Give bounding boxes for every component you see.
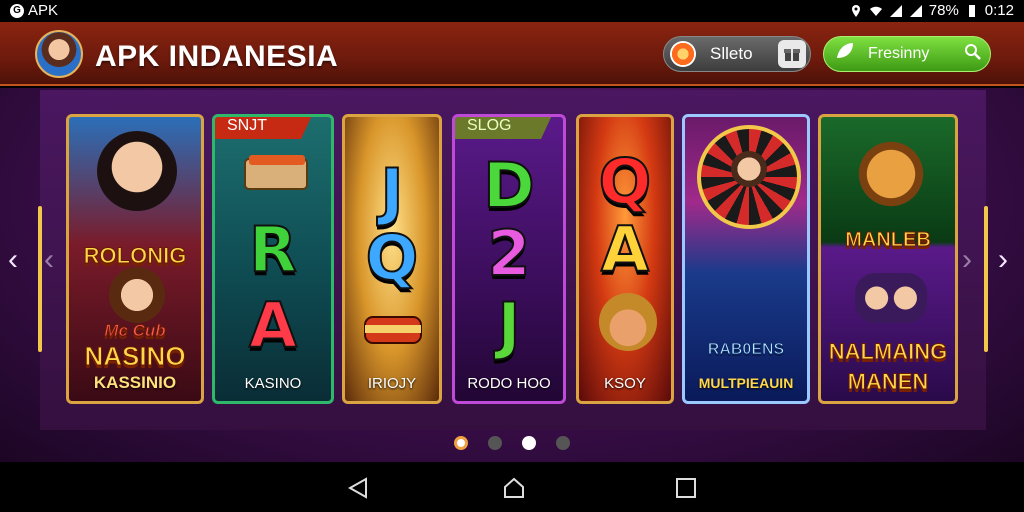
system-nav-bar <box>0 462 1024 512</box>
battery-percent: 78% <box>928 2 959 19</box>
card-2-letter-1: R <box>248 212 298 287</box>
card-2-ribbon: SNJT <box>215 117 313 139</box>
search-icon[interactable] <box>964 43 984 66</box>
leaf-icon <box>834 40 858 68</box>
card-7-bottom-title-1: NALMAING <box>828 339 948 365</box>
prev-arrow-ghost-icon: ‹ <box>44 243 54 276</box>
slots-button-label: Slleto <box>710 44 753 63</box>
card-1-caption: KASSINIO <box>93 373 177 392</box>
back-icon[interactable] <box>346 476 370 500</box>
game-card-7[interactable]: MANLEB NALMAING MANEN <box>818 114 958 404</box>
signal-icon-2 <box>909 4 922 17</box>
app-icon: G <box>10 3 24 18</box>
card-4-letter-1: D <box>482 148 535 223</box>
carousel-pagination <box>0 436 1024 450</box>
signal-icon <box>889 4 902 17</box>
card-4-letter-3: J <box>496 288 521 363</box>
card-2-letter-2: A <box>248 288 298 363</box>
orange-coin-icon <box>670 41 696 67</box>
location-icon <box>851 4 860 17</box>
page-dot-3[interactable] <box>522 436 536 450</box>
group-portrait <box>855 273 927 323</box>
card-1-title-main: NASINO <box>84 341 186 372</box>
status-app-label: APK <box>28 2 59 19</box>
card-6-badge: RAB0ENS <box>707 341 785 359</box>
brand-title: APK INDANESIA <box>95 40 339 73</box>
card-7-bottom-title-2: MANEN <box>847 369 929 395</box>
search-button[interactable]: Fresinny <box>823 36 991 72</box>
game-carousel: ‹ ‹ › › ROLONIG Mc Cub NASINO KASSINIO S… <box>0 88 1024 462</box>
status-right: 78% 0:12 <box>849 2 1014 19</box>
next-arrow-icon[interactable]: › <box>998 243 1008 277</box>
player-portrait <box>731 151 767 187</box>
card-6-caption: MULTPIEAUIN <box>698 375 794 391</box>
cash-stack-icon <box>244 155 308 190</box>
game-card-3[interactable]: J Q IRIOJY <box>342 114 442 404</box>
search-button-label: Fresinny <box>868 45 930 62</box>
card-1-title-mid: Mc Cub <box>104 321 166 341</box>
recents-icon[interactable] <box>674 476 698 500</box>
card-4-caption: RODO HOO <box>467 375 551 392</box>
slots-button[interactable]: Slleto <box>663 36 811 72</box>
game-card-6[interactable]: RAB0ENS MULTPIEAUIN <box>682 114 810 404</box>
app-header: APK INDANESIA Slleto Fresinny <box>0 22 1024 86</box>
game-card-2[interactable]: SNJT R A KASINO <box>212 114 334 404</box>
prev-arrow-icon[interactable]: ‹ <box>8 243 18 277</box>
card-2-caption: KASINO <box>244 375 302 392</box>
carousel-right-bar <box>984 206 988 352</box>
clock: 0:12 <box>984 2 1014 19</box>
game-card-1[interactable]: ROLONIG Mc Cub NASINO KASSINIO <box>66 114 204 404</box>
dynamite-icon <box>364 316 422 344</box>
card-5-caption: KSOY <box>604 375 646 392</box>
gift-icon[interactable] <box>778 40 806 68</box>
game-card-5[interactable]: Q A KSOY <box>576 114 674 404</box>
character-portrait-2 <box>109 267 165 323</box>
game-card-4[interactable]: SLOG D 2 J RODO HOO <box>452 114 566 404</box>
card-3-letter-2: Q <box>365 220 420 295</box>
explorer-portrait <box>599 293 657 351</box>
page-dot-1[interactable] <box>454 436 468 450</box>
card-1-title-top: ROLONIG <box>83 243 187 269</box>
carousel-left-bar <box>38 206 42 352</box>
avatar[interactable] <box>35 30 83 78</box>
character-portrait <box>97 131 177 211</box>
wifi-icon <box>869 6 882 16</box>
next-arrow-ghost-icon: › <box>962 243 972 276</box>
page-dot-4[interactable] <box>556 436 570 450</box>
battery-icon <box>968 4 975 17</box>
card-7-top-title: MANLEB <box>845 229 932 252</box>
card-3-caption: IRIOJY <box>367 375 417 392</box>
card-4-letter-2: 2 <box>486 216 531 291</box>
card-3-letter-1: J <box>379 154 404 229</box>
page-dot-2[interactable] <box>488 436 502 450</box>
home-icon[interactable] <box>502 476 526 500</box>
card-4-ribbon: SLOG <box>455 117 553 139</box>
card-5-letter-2: A <box>600 212 650 287</box>
tiger-icon <box>851 139 931 209</box>
status-bar: G APK 78% 0:12 <box>0 0 1024 22</box>
status-app: G APK <box>10 2 58 19</box>
card-5-letter-1: Q <box>598 144 653 219</box>
